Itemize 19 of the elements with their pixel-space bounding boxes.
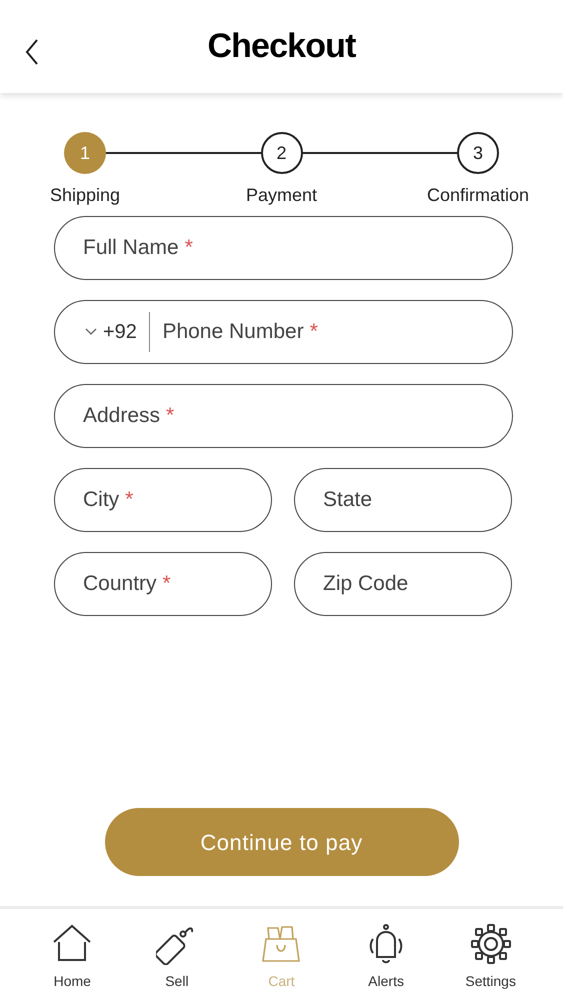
- input-field[interactable]: Zip Code: [294, 552, 512, 616]
- phone-number-input[interactable]: Phone Number *: [162, 301, 512, 363]
- shopping-bag-icon: [260, 923, 302, 965]
- nav-tab[interactable]: Home: [27, 923, 118, 992]
- chevron-down-icon: [85, 328, 97, 336]
- input-field[interactable]: Full Name *: [54, 216, 513, 280]
- nav-tab[interactable]: Sell: [132, 923, 222, 992]
- nav-tab[interactable]: Settings: [446, 923, 536, 992]
- step-label: Confirmation: [426, 184, 530, 207]
- settings-icon: [470, 923, 512, 965]
- input-field[interactable]: City *: [54, 468, 272, 532]
- input-field[interactable]: Address *: [54, 384, 513, 448]
- input-field[interactable]: State: [294, 468, 512, 532]
- country-code-dropdown[interactable]: +92: [85, 317, 137, 347]
- step-label: Payment: [246, 184, 318, 207]
- input-field[interactable]: Country *: [54, 552, 272, 616]
- page-title: Checkout: [207, 26, 356, 67]
- step-label: Shipping: [50, 184, 120, 207]
- nav-tab[interactable]: Alerts: [341, 923, 432, 992]
